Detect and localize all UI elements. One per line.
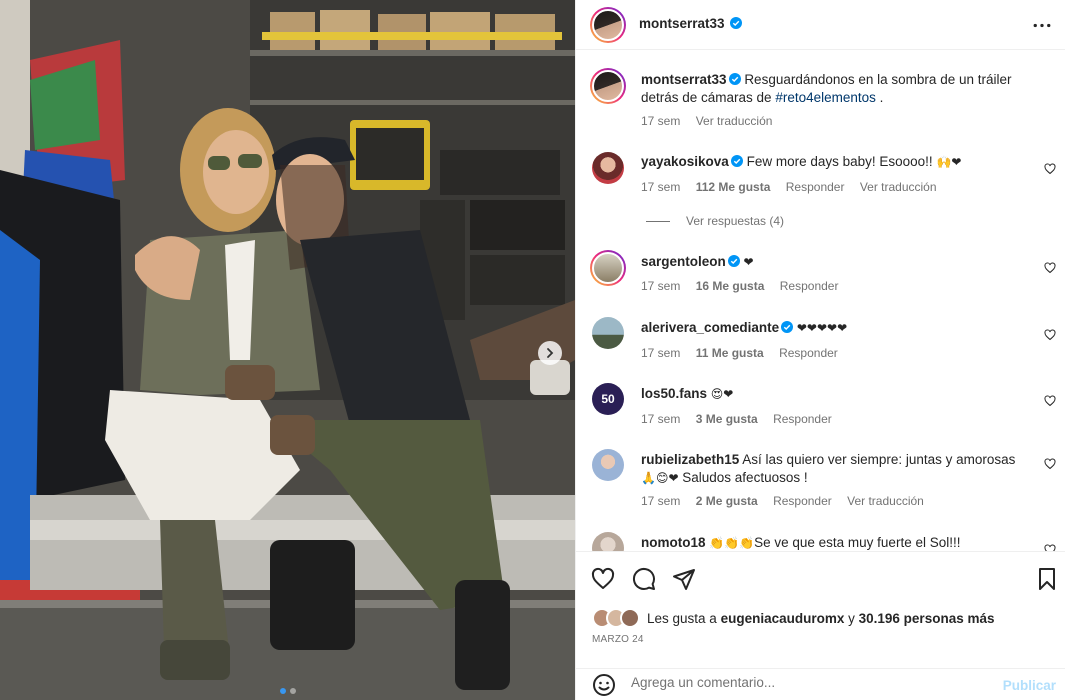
view-replies-label[interactable]: Ver respuestas (4) (686, 214, 784, 228)
share-icon[interactable] (672, 567, 696, 591)
commenter-avatar[interactable]: 50 (592, 383, 624, 415)
likes-summary: Les gusta a eugeniacauduromx y 30.196 pe… (592, 608, 994, 628)
like-comment-heart-icon[interactable] (1044, 329, 1056, 341)
comment-text: Saludos afectuosos ! (678, 470, 808, 485)
caption-meta: 17 sem Ver traducción (641, 114, 784, 128)
like-comment-heart-icon[interactable] (1044, 544, 1056, 551)
comment-time[interactable]: 17 sem (641, 412, 680, 426)
more-options-button[interactable] (1030, 14, 1054, 36)
comment-emoji: 🙌❤ (936, 155, 962, 169)
comment-username[interactable]: nomoto18 (641, 535, 706, 550)
comment-likes[interactable]: 16 Me gusta (696, 279, 765, 293)
commenter-avatar[interactable] (592, 317, 624, 349)
hashtag-link[interactable]: #reto4elementos (775, 90, 876, 105)
comment-likes[interactable]: 2 Me gusta (696, 494, 758, 508)
caption-end: . (875, 90, 884, 105)
verified-icon (727, 255, 740, 267)
post-panel: montserrat33 montserrat33 Resguardándono… (575, 0, 1065, 700)
comment-time[interactable]: 17 sem (641, 494, 680, 508)
caption-text: montserrat33 Resguardándonos en la sombr… (641, 71, 1026, 107)
more-icon (1033, 23, 1051, 27)
like-comment-heart-icon[interactable] (1044, 163, 1056, 175)
verified-icon (728, 73, 741, 85)
likes-middle: y (848, 610, 855, 626)
commenter-avatar[interactable] (592, 449, 624, 481)
comment-emoji: 👏👏👏 (709, 536, 755, 550)
caption-username[interactable]: montserrat33 (641, 72, 727, 87)
translate-link[interactable]: Ver traducción (860, 180, 937, 194)
translate-link[interactable]: Ver traducción (696, 114, 773, 128)
emoji-icon[interactable] (592, 673, 616, 697)
comment-username[interactable]: yayakosikova (641, 154, 729, 169)
avatar-logo-icon: 50 (601, 392, 615, 406)
comment-time[interactable]: 17 sem (641, 346, 680, 360)
comments-list[interactable]: montserrat33 Resguardándonos en la sombr… (576, 51, 1065, 551)
comment-emoji: 😍❤ (710, 387, 734, 401)
translate-link[interactable]: Ver traducción (847, 494, 924, 508)
chevron-right-icon (547, 348, 554, 358)
comment-time[interactable]: 17 sem (641, 279, 680, 293)
comment-text: Así las quiero ver siempre: juntas y amo… (742, 452, 1016, 467)
carousel-indicator (0, 688, 575, 694)
comment-username[interactable]: sargentoleon (641, 254, 726, 269)
carousel-dot (279, 688, 286, 694)
commenter-avatar[interactable] (592, 152, 624, 184)
next-slide-button[interactable] (538, 341, 562, 365)
comment-icon[interactable] (632, 567, 656, 591)
like-comment-heart-icon[interactable] (1044, 395, 1056, 407)
commenter-avatar[interactable] (590, 250, 626, 286)
post-date[interactable]: MARZO 24 (592, 634, 644, 645)
caption-time[interactable]: 17 sem (641, 114, 680, 128)
comment-text: Se ve que esta muy fuerte el Sol!!! (754, 535, 961, 550)
carousel-dot (289, 688, 296, 694)
like-comment-heart-icon[interactable] (1044, 262, 1056, 274)
photo-illustration (0, 0, 575, 700)
heart-icon[interactable] (591, 567, 615, 591)
likes-count[interactable]: 30.196 personas más (859, 611, 995, 626)
reply-button[interactable]: Responder (786, 180, 845, 194)
verified-icon (730, 17, 743, 29)
comment-text: Few more days baby! Esoooo!! (746, 154, 933, 169)
bookmark-icon[interactable] (1035, 567, 1059, 591)
likers-avatars[interactable] (592, 608, 642, 628)
like-comment-heart-icon[interactable] (1044, 458, 1056, 470)
author-username[interactable]: montserrat33 (639, 16, 725, 31)
likes-prefix: Les gusta a (647, 610, 717, 626)
comment-username[interactable]: los50.fans (641, 386, 707, 401)
view-replies[interactable]: Ver respuestas (4) (646, 214, 784, 228)
replies-line (646, 220, 670, 222)
comment-time[interactable]: 17 sem (641, 180, 680, 194)
post-photo[interactable] (0, 0, 575, 700)
verified-icon (781, 321, 794, 333)
reply-button[interactable]: Responder (773, 412, 832, 426)
verified-icon (730, 155, 743, 167)
post-header: montserrat33 (576, 0, 1065, 50)
comment-username[interactable]: rubielizabeth15 (641, 452, 739, 467)
author-avatar[interactable] (590, 68, 626, 104)
comment-username[interactable]: alerivera_comediante (641, 320, 779, 335)
author-avatar[interactable] (590, 7, 626, 43)
comment-likes[interactable]: 112 Me gusta (696, 180, 771, 194)
comment-emoji: ❤❤❤❤❤ (796, 321, 848, 335)
comment-input[interactable] (631, 675, 991, 690)
reply-button[interactable]: Responder (779, 346, 838, 360)
add-comment-bar: Publicar (576, 668, 1065, 700)
comment-emoji: 🙏😊❤ (641, 471, 679, 485)
comment-likes[interactable]: 3 Me gusta (696, 412, 758, 426)
comment-emoji: ❤ (743, 255, 754, 269)
commenter-avatar[interactable] (592, 532, 624, 551)
publish-button[interactable]: Publicar (1003, 678, 1056, 693)
reply-button[interactable]: Responder (780, 279, 839, 293)
liker-avatar (620, 608, 640, 628)
comment-likes[interactable]: 11 Me gusta (696, 346, 764, 360)
reply-button[interactable]: Responder (773, 494, 832, 508)
action-bar (576, 551, 1065, 657)
likes-user[interactable]: eugeniacauduromx (721, 611, 845, 626)
